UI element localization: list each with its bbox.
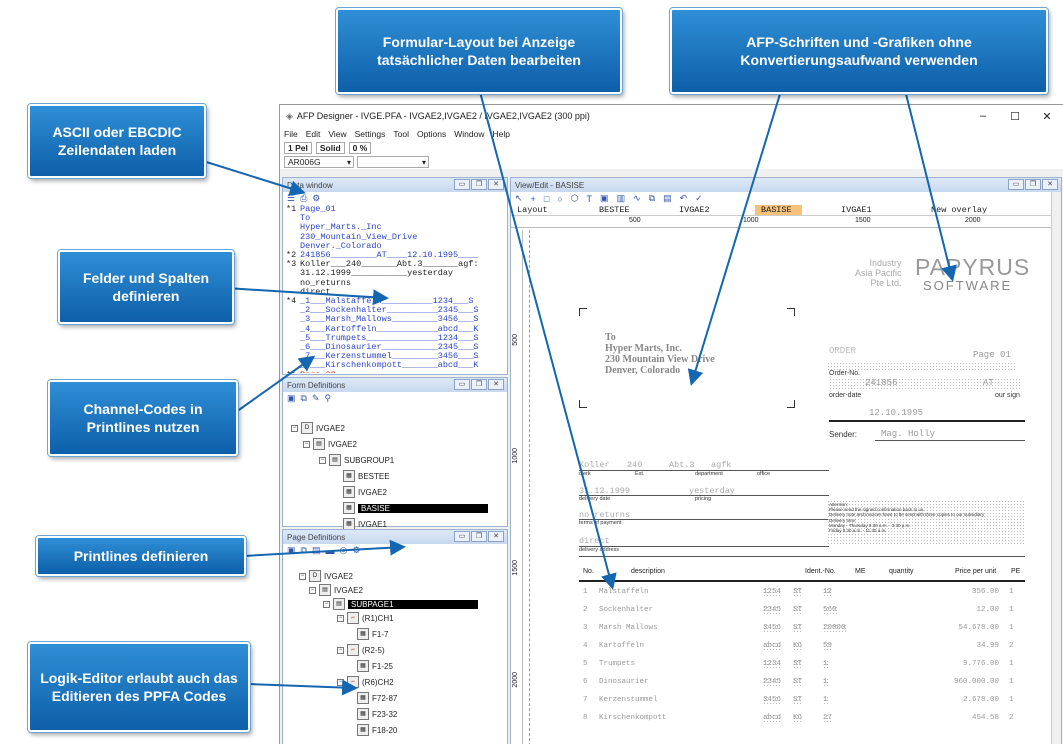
arrow-formular-data: [479, 91, 617, 590]
arrow-ascii: [199, 159, 306, 197]
callout-channel: Channel-Codes in Printlines nutzen: [48, 380, 238, 456]
arrow-printlines: [243, 539, 406, 557]
arrow-formular-layout: [687, 93, 781, 386]
callout-printlines: Printlines definieren: [36, 536, 246, 576]
arrow-fields: [225, 287, 389, 306]
arrow-afp: [905, 93, 957, 282]
callout-formular: Formular-Layout bei Anzeige tatsächliche…: [336, 8, 622, 94]
callout-ascii: ASCII oder EBCDIC Zeilendaten laden: [28, 104, 206, 178]
callout-logik: Logik-Editor erlaubt auch das Editieren …: [28, 642, 250, 732]
callout-afp: AFP-Schriften und -Grafiken ohne Konvert…: [670, 8, 1048, 94]
callout-fields: Felder und Spalten definieren: [58, 250, 234, 324]
arrow-channel: [235, 355, 316, 413]
arrow-logik: [247, 679, 358, 696]
